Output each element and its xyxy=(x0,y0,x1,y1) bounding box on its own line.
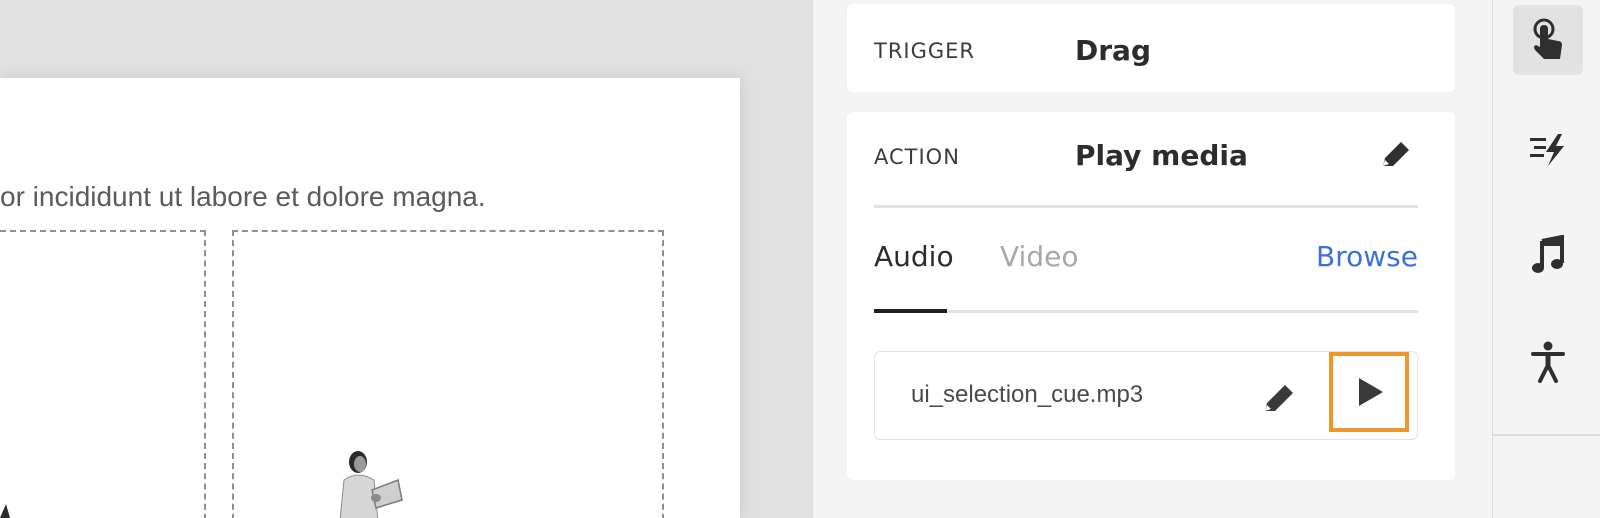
canvas-area: or incididunt ut labore et dolore magna. xyxy=(0,0,812,518)
interaction-panel: TRIGGER Drag ACTION Play media Audio Vid… xyxy=(812,0,1492,518)
action-label: ACTION xyxy=(874,145,960,169)
tab-audio[interactable]: Audio xyxy=(874,240,954,273)
trigger-value[interactable]: Drag xyxy=(1075,34,1151,67)
tab-video[interactable]: Video xyxy=(1000,240,1078,273)
action-divider xyxy=(874,205,1418,208)
music-note-icon xyxy=(1532,235,1564,273)
browse-link[interactable]: Browse xyxy=(1316,240,1418,273)
rail-item-animation[interactable] xyxy=(1513,115,1583,185)
rail-divider xyxy=(1493,434,1600,436)
tab-active-indicator xyxy=(874,309,947,313)
action-card: ACTION Play media Audio Video Browse ui_… xyxy=(847,112,1455,480)
partial-figure-image xyxy=(0,504,10,518)
edit-action-pencil-icon[interactable] xyxy=(1375,136,1415,176)
drop-zone-left[interactable] xyxy=(0,230,206,518)
edit-file-pencil-icon[interactable] xyxy=(1259,377,1299,417)
right-rail xyxy=(1492,0,1600,518)
slide-body-text[interactable]: or incididunt ut labore et dolore magna. xyxy=(0,181,486,213)
drop-zone-right[interactable] xyxy=(232,230,664,518)
tab-track xyxy=(874,310,1418,313)
action-value[interactable]: Play media xyxy=(1075,139,1248,172)
touch-gesture-icon xyxy=(1533,18,1562,59)
play-preview-button[interactable] xyxy=(1329,352,1409,432)
person-with-tablet-image[interactable] xyxy=(332,450,412,518)
animation-bolt-icon xyxy=(1530,134,1564,166)
trigger-card: TRIGGER Drag xyxy=(847,4,1455,92)
rail-item-accessibility[interactable] xyxy=(1513,327,1583,397)
media-file-name: ui_selection_cue.mp3 xyxy=(911,381,1144,408)
rail-item-interactions[interactable] xyxy=(1513,5,1583,75)
trigger-label: TRIGGER xyxy=(874,39,976,63)
rail-item-audio[interactable] xyxy=(1513,220,1583,290)
media-file-row: ui_selection_cue.mp3 xyxy=(874,351,1418,440)
media-type-tabs: Audio Video Browse xyxy=(874,240,1418,280)
accessibility-icon xyxy=(1531,341,1565,383)
play-icon xyxy=(1359,378,1383,406)
